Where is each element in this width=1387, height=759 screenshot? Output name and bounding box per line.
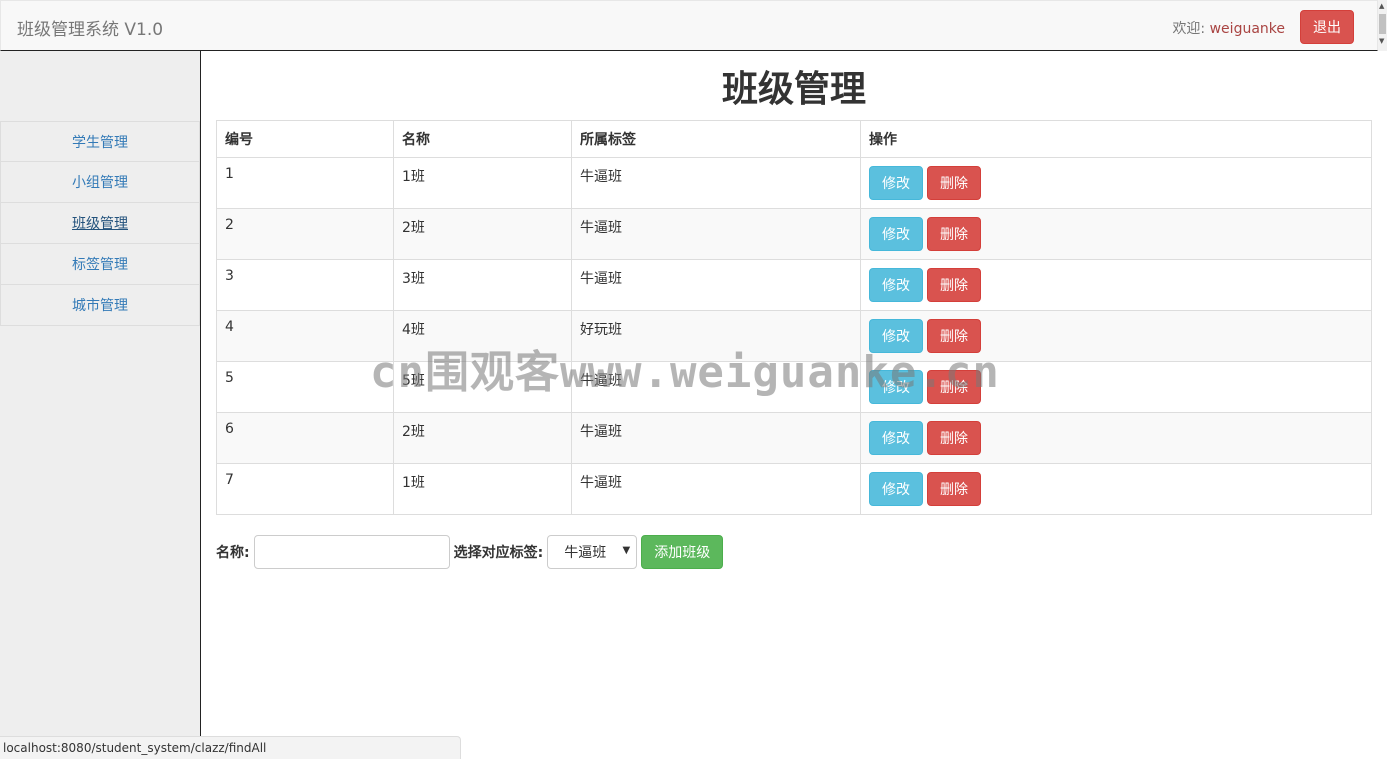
welcome-prefix: 欢迎:: [1172, 21, 1210, 37]
delete-button[interactable]: 删除: [927, 319, 981, 353]
cell-name: 3班: [393, 259, 572, 311]
cell-id: 6: [216, 412, 394, 464]
page-scrollbar[interactable]: ▲ ▼: [1378, 0, 1387, 51]
status-bar-url: localhost:8080/student_system/clazz/find…: [0, 736, 461, 759]
page-title: 班级管理: [721, 69, 866, 110]
edit-button[interactable]: 修改: [869, 319, 923, 353]
table-row: 3 3班 牛逼班 修改 删除: [216, 259, 1372, 311]
add-class-button[interactable]: 添加班级: [641, 535, 724, 569]
delete-button[interactable]: 删除: [927, 268, 981, 302]
sidebar-item-classes[interactable]: 班级管理: [0, 203, 200, 244]
class-name-input[interactable]: [253, 535, 450, 569]
cell-name: 2班: [393, 412, 572, 464]
cell-tag: 牛逼班: [571, 208, 861, 260]
cell-actions: 修改 删除: [860, 310, 1372, 362]
tag-select-label: 选择对应标签:: [453, 545, 544, 561]
delete-button[interactable]: 删除: [927, 166, 981, 200]
edit-button[interactable]: 修改: [869, 370, 923, 404]
name-label: 名称:: [216, 545, 250, 561]
sidebar-item-students[interactable]: 学生管理: [0, 121, 200, 162]
delete-button[interactable]: 删除: [927, 370, 981, 404]
edit-button[interactable]: 修改: [869, 217, 923, 251]
header-id: 编号: [216, 120, 394, 158]
cell-actions: 修改 删除: [860, 157, 1372, 209]
delete-button[interactable]: 删除: [927, 472, 981, 506]
cell-actions: 修改 删除: [860, 208, 1372, 260]
cell-tag: 牛逼班: [571, 259, 861, 311]
edit-button[interactable]: 修改: [869, 421, 923, 455]
header-actions: 操作: [860, 120, 1372, 158]
cell-tag: 好玩班: [571, 310, 861, 362]
main-content: 班级管理 编号 名称 所属标签 操作 1 1班 牛逼班 修改 删除 2 2班 牛逼班 修改 删除 3…: [216, 51, 1372, 515]
tag-select[interactable]: 牛逼班 ▼: [547, 535, 638, 569]
cell-actions: 修改 删除: [860, 259, 1372, 311]
sidebar-item-tags[interactable]: 标签管理: [0, 244, 200, 285]
cell-actions: 修改 删除: [860, 361, 1372, 413]
sidebar-item-groups[interactable]: 小组管理: [0, 162, 200, 203]
cell-id: 5: [216, 361, 394, 413]
dropdown-arrow-icon: ▼: [622, 545, 631, 556]
delete-button[interactable]: 删除: [927, 421, 981, 455]
cell-tag: 牛逼班: [571, 361, 861, 413]
sidebar-item-cities[interactable]: 城市管理: [0, 285, 200, 326]
logout-button[interactable]: 退出: [1300, 10, 1354, 44]
edit-button[interactable]: 修改: [869, 268, 923, 302]
cell-id: 4: [216, 310, 394, 362]
cell-id: 3: [216, 259, 394, 311]
table-header-row: 编号 名称 所属标签 操作: [216, 120, 1372, 158]
table-row: 1 1班 牛逼班 修改 删除: [216, 157, 1372, 209]
cell-name: 5班: [393, 361, 572, 413]
cell-name: 1班: [393, 463, 572, 515]
welcome-text: 欢迎: weiguanke: [1172, 18, 1285, 38]
username: weiguanke: [1209, 21, 1285, 37]
cell-actions: 修改 删除: [860, 463, 1372, 515]
table-row: 7 1班 牛逼班 修改 删除: [216, 463, 1372, 515]
cell-name: 2班: [393, 208, 572, 260]
cell-id: 2: [216, 208, 394, 260]
scroll-up-icon[interactable]: ▲: [1379, 3, 1384, 10]
top-navbar: 班级管理系统 V1.0 欢迎: weiguanke 退出: [0, 0, 1378, 51]
edit-button[interactable]: 修改: [869, 472, 923, 506]
edit-button[interactable]: 修改: [869, 166, 923, 200]
cell-actions: 修改 删除: [860, 412, 1372, 464]
table-row: 6 2班 牛逼班 修改 删除: [216, 412, 1372, 464]
scroll-down-icon[interactable]: ▼: [1379, 38, 1384, 45]
table-row: 4 4班 好玩班 修改 删除: [216, 310, 1372, 362]
table-row: 2 2班 牛逼班 修改 删除: [216, 208, 1372, 260]
table-body: 1 1班 牛逼班 修改 删除 2 2班 牛逼班 修改 删除 3 3班 牛逼班 修改 删除 4 4班 好玩班 修改 删除…: [216, 157, 1372, 515]
cell-tag: 牛逼班: [571, 157, 861, 209]
cell-id: 1: [216, 157, 394, 209]
class-table: 编号 名称 所属标签 操作 1 1班 牛逼班 修改 删除 2 2班 牛逼班 修改 删除 3 3班 牛逼班…: [216, 120, 1372, 515]
delete-button[interactable]: 删除: [927, 217, 981, 251]
sidebar-menu: 学生管理 小组管理 班级管理 标签管理 城市管理: [0, 121, 200, 326]
cell-id: 7: [216, 463, 394, 515]
cell-tag: 牛逼班: [571, 463, 861, 515]
header-tag: 所属标签: [571, 120, 861, 158]
table-row: 5 5班 牛逼班 修改 删除: [216, 361, 1372, 413]
add-class-form: 名称: 选择对应标签: 牛逼班 ▼ 添加班级: [216, 535, 724, 569]
cell-name: 4班: [393, 310, 572, 362]
cell-tag: 牛逼班: [571, 412, 861, 464]
app-brand[interactable]: 班级管理系统 V1.0: [17, 15, 163, 40]
cell-name: 1班: [393, 157, 572, 209]
tag-select-value: 牛逼班: [564, 545, 607, 561]
scrollbar-thumb[interactable]: [1379, 14, 1386, 34]
header-name: 名称: [393, 120, 572, 158]
sidebar: 学生管理 小组管理 班级管理 标签管理 城市管理: [0, 51, 201, 759]
